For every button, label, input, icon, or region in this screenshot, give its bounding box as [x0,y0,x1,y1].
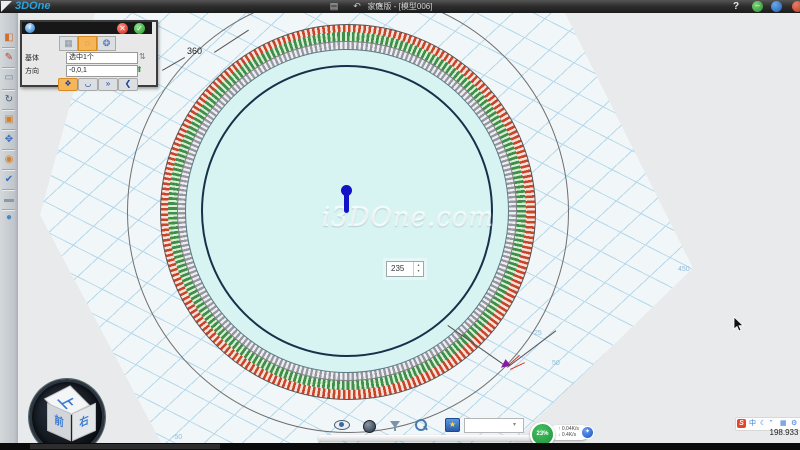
spherical-pattern-toggle[interactable]: ❂ [97,36,116,51]
measurement-readout: 198.933 mm [728,428,800,437]
download-arrow-icon: ↓ [558,432,561,438]
divider [2,89,15,91]
os-taskbar-segment[interactable] [30,444,220,449]
preview-option-3[interactable]: » [98,78,118,91]
spinner-arrows[interactable]: ▴▾ [413,262,423,276]
preview-option-4[interactable]: ❮ [118,78,138,91]
divider [2,129,15,131]
confirm-button[interactable]: ✓ [134,23,145,34]
direction-field-input[interactable]: -0,0,1 [66,65,138,77]
dialog-header[interactable]: i ✕ ✓ [22,22,152,34]
grid-label: 450 [678,266,690,273]
spinner-value[interactable]: 235 [391,262,404,276]
tool-plane-icon[interactable]: ▭ [2,71,16,85]
toolbar-shelf [318,435,536,441]
dimension-label: 360 [187,46,202,56]
eye-pupil [339,422,344,427]
battery-badge[interactable]: 23% [530,422,555,443]
divider [2,67,15,69]
grid-label: 25 [534,330,542,337]
preview-option-2[interactable]: ◡ [78,78,98,91]
tool-material-icon[interactable]: ◉ [2,153,16,167]
tool-edit-icon[interactable]: ✎ [2,51,16,65]
orbit-icon[interactable] [363,420,376,433]
tool-sketch-icon[interactable]: ◧ [2,31,16,45]
booster-icon[interactable]: ✦ [581,426,594,439]
preview-option-1[interactable]: ❖ [58,78,78,91]
grid-label: 50 [552,360,560,367]
divider [2,109,15,111]
divider [2,169,15,171]
tool-verify-icon[interactable]: ✔ [2,173,16,187]
divider [2,47,15,49]
divider [2,189,15,191]
title-bar: 3DOne ▤ ↶ ↷ 家庭版 - [模型006] ? – [0,0,800,13]
cancel-button[interactable]: ✕ [117,23,128,34]
value-spinner[interactable]: 235 ▴▾ [386,261,424,277]
info-icon: i [25,23,35,33]
tool-sphere-icon[interactable]: ● [2,211,16,225]
sogou-logo-icon[interactable]: S [737,419,746,428]
mouse-cursor [733,316,744,332]
base-field-input[interactable]: 选中1个 [66,52,138,64]
pick-direction-icon[interactable]: ⬆ [136,65,143,74]
tool-revolve-icon[interactable]: ↻ [2,93,16,107]
minimize-button[interactable]: – [752,1,763,12]
help-button[interactable]: ? [733,0,739,13]
linear-pattern-toggle[interactable]: ▦ [59,36,78,51]
pattern-dialog[interactable]: i ✕ ✓ ▦ ◌ ❂ 基体 选中1个 ⇅ 方向 -0,0,1 ⬆ ❖ ◡ » … [20,20,158,87]
view-cube[interactable]: 上 前 右 [29,379,105,443]
visibility-eye-icon[interactable] [334,419,349,429]
left-toolbar: ◧ ✎ ▭ ↻ ▣ ✥ ◉ ✔ ▬ ● [0,13,19,443]
tool-move-icon[interactable]: ✥ [2,133,16,147]
base-field-label: 基体 [25,53,65,63]
restore-button[interactable] [771,1,782,12]
window-title: 家庭版 - [模型006] [0,0,800,13]
direction-field-label: 方向 [25,66,65,76]
grid-label: -50 [172,434,182,441]
close-button[interactable] [792,1,800,12]
axis-pin-stem[interactable] [344,193,349,213]
chevron-down-icon[interactable]: ▾ [513,419,516,432]
swap-selection-icon[interactable]: ⇅ [139,52,146,61]
view-dropdown[interactable]: ▾ [464,418,524,433]
watermark: i3DOne.com [298,203,518,233]
divider [2,149,15,151]
circular-pattern-toggle[interactable]: ◌ [78,36,97,51]
tool-solid-icon[interactable]: ▣ [2,113,16,127]
filter-icon-stem [394,426,396,431]
favorite-view-icon[interactable]: ★ [445,418,460,432]
tool-section-icon[interactable]: ▬ [2,193,16,207]
